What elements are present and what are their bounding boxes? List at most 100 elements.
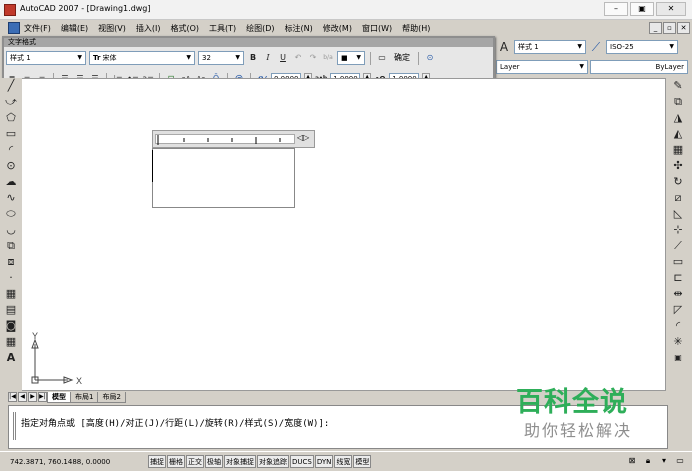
hatch-icon[interactable]: ▦ [2, 286, 20, 301]
redo-button[interactable]: ↷ [307, 51, 319, 65]
tab-layout1[interactable]: 布局1 [70, 391, 99, 403]
trim-icon[interactable]: ⊹ [669, 222, 687, 237]
doc-close-button[interactable]: ✕ [677, 22, 690, 34]
rectangle-icon[interactable]: ▭ [2, 126, 20, 141]
table-icon[interactable]: ▦ [2, 334, 20, 349]
break-at-point-icon[interactable]: ▭ [669, 254, 687, 269]
point-icon[interactable]: · [2, 270, 20, 285]
coordinates-readout[interactable]: 742.3871, 760.1488, 0.0000 [10, 458, 140, 466]
line-icon[interactable]: ╱ [2, 78, 20, 93]
linetype-combo[interactable]: ByLayer [590, 60, 688, 74]
style-select[interactable]: 样式 1 ▼ [6, 51, 86, 65]
dyn-button[interactable]: DYN [314, 455, 334, 468]
make-block-icon[interactable]: ⧈ [2, 254, 20, 269]
text-style-icon[interactable]: A [498, 40, 510, 54]
menu-format[interactable]: 格式(O) [170, 23, 199, 34]
clean-screen-icon[interactable]: ▭ [674, 455, 686, 467]
stack-button[interactable]: b/a [322, 51, 334, 65]
menu-tools[interactable]: 工具(T) [209, 23, 236, 34]
mirror-icon[interactable]: ◮ [669, 110, 687, 125]
minimize-button[interactable]: – [604, 2, 628, 16]
array-icon[interactable]: ▦ [669, 142, 687, 157]
insert-block-icon[interactable]: ⧉ [2, 238, 20, 253]
mtext-ruler[interactable]: ◁▷ [152, 130, 315, 148]
height-select[interactable]: 32 ▼ [198, 51, 244, 65]
menu-view[interactable]: 视图(V) [98, 23, 126, 34]
lineweight-button[interactable]: 线宽 [334, 455, 353, 468]
text-formatting-header[interactable]: 文字格式 [4, 38, 493, 47]
close-button[interactable]: ✕ [656, 2, 686, 16]
font-select[interactable]: Tr 宋体 ▼ [89, 51, 195, 65]
ruler-resize-arrows[interactable]: ◁▷ [297, 133, 309, 142]
model-button[interactable]: 模型 [353, 455, 372, 468]
mtext-edit-box[interactable] [152, 148, 295, 208]
offset-icon[interactable]: ◭ [669, 126, 687, 141]
menu-file[interactable]: 文件(F) [24, 23, 51, 34]
explode-icon[interactable]: ✳ [669, 334, 687, 349]
undo-button[interactable]: ↶ [292, 51, 304, 65]
fillet-icon[interactable]: ◜ [669, 318, 687, 333]
grid-button[interactable]: 栅格 [167, 455, 185, 468]
menu-draw[interactable]: 绘图(D) [246, 23, 274, 34]
color-select[interactable]: ■ ▼ [337, 51, 365, 65]
polar-button[interactable]: 极轴 [205, 455, 223, 468]
tab-first-button[interactable]: |◀ [8, 392, 17, 402]
tab-next-button[interactable]: ▶ [28, 392, 37, 402]
tab-layout2[interactable]: 布局2 [97, 391, 126, 403]
revision-cloud-icon[interactable]: ☁ [2, 174, 20, 189]
command-window-grip[interactable] [13, 412, 16, 440]
polygon-icon[interactable]: ⬠ [2, 110, 20, 125]
options-button[interactable]: ⊙ [424, 51, 436, 65]
arc-icon[interactable]: ◜ [2, 142, 20, 157]
tab-model[interactable]: 模型 [47, 391, 71, 403]
text-style-combo[interactable]: 样式 1 ▼ [514, 40, 586, 54]
menu-window[interactable]: 窗口(W) [362, 23, 392, 34]
spline-icon[interactable]: ∿ [2, 190, 20, 205]
lock-icon[interactable]: 🔒︎ [642, 455, 654, 467]
menu-modify[interactable]: 修改(M) [323, 23, 352, 34]
scale-icon[interactable]: ⧄ [669, 190, 687, 205]
otrack-button[interactable]: 对象追踪 [257, 455, 289, 468]
menu-insert[interactable]: 插入(I) [136, 23, 161, 34]
tab-last-button[interactable]: ▶| [38, 392, 47, 402]
chevron-down-icon[interactable]: ▾ [658, 455, 670, 467]
osnap-button[interactable]: 对象捕捉 [224, 455, 256, 468]
document-icon[interactable] [8, 22, 20, 34]
ducs-button[interactable]: DUCS [290, 455, 314, 468]
multiline-text-icon[interactable]: A [2, 350, 20, 365]
join-icon[interactable]: ⇹ [669, 286, 687, 301]
bold-button[interactable]: B [247, 51, 259, 65]
ellipse-arc-icon[interactable]: ◡ [2, 222, 20, 237]
tab-prev-button[interactable]: ◀ [18, 392, 27, 402]
region-icon[interactable]: ◙ [2, 318, 20, 333]
doc-minimize-button[interactable]: _ [649, 22, 662, 34]
menu-dimension[interactable]: 标注(N) [285, 23, 313, 34]
move-icon[interactable]: ✣ [669, 158, 687, 173]
communication-center-icon[interactable]: ⊠ [626, 455, 638, 467]
ok-button[interactable]: 确定 [391, 51, 413, 65]
drawing-canvas[interactable] [8, 78, 666, 391]
dim-style-icon[interactable]: ⟋ [590, 40, 602, 54]
italic-button[interactable]: I [262, 51, 274, 65]
menu-edit[interactable]: 编辑(E) [61, 23, 88, 34]
scroll-up-icon[interactable]: ▣ [669, 350, 687, 365]
menu-help[interactable]: 帮助(H) [402, 23, 430, 34]
ruler-button[interactable]: ▭ [376, 51, 388, 65]
ortho-button[interactable]: 正交 [186, 455, 204, 468]
gradient-icon[interactable]: ▤ [2, 302, 20, 317]
extend-icon[interactable]: ⟋ [669, 238, 687, 253]
dim-style-combo[interactable]: ISO-25 ▼ [606, 40, 678, 54]
underline-button[interactable]: U [277, 51, 289, 65]
circle-icon[interactable]: ⊙ [2, 158, 20, 173]
rotate-icon[interactable]: ↻ [669, 174, 687, 189]
snap-button[interactable]: 捕捉 [148, 455, 166, 468]
break-icon[interactable]: ⊏ [669, 270, 687, 285]
ruler-scale[interactable] [155, 134, 295, 145]
chamfer-icon[interactable]: ◸ [669, 302, 687, 317]
construction-line-icon[interactable]: ⤻ [2, 94, 20, 109]
erase-icon[interactable]: ✎ [669, 78, 687, 93]
copy-icon[interactable]: ⧉ [669, 94, 687, 109]
maximize-button[interactable]: ▣ [630, 2, 654, 16]
layer-combo[interactable]: Layer ▼ [496, 60, 588, 74]
stretch-icon[interactable]: ◺ [669, 206, 687, 221]
